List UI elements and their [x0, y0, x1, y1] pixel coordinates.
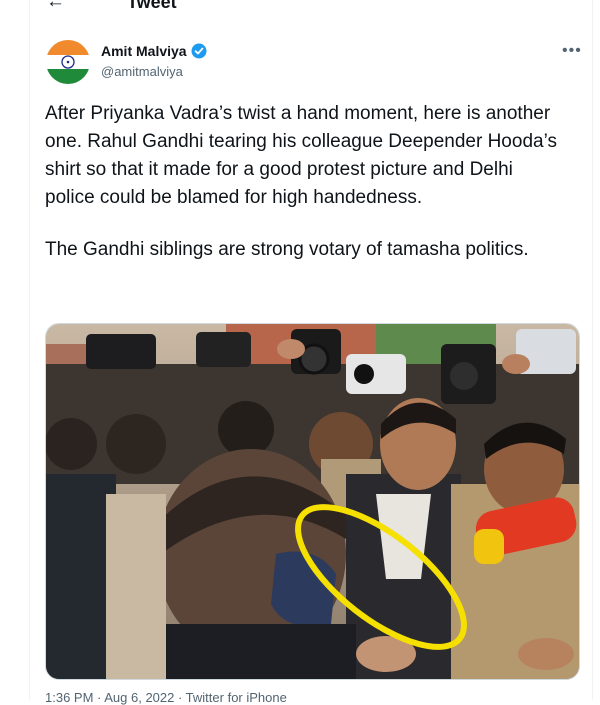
protest-photo-image — [46, 324, 579, 679]
more-options-icon[interactable]: ••• — [562, 42, 582, 60]
author-row: Amit Malviya — [101, 43, 207, 59]
author-handle[interactable]: @amitmalviya — [101, 64, 183, 79]
page-title: Tweet — [127, 0, 177, 12]
back-arrow-icon[interactable]: ← — [46, 0, 65, 12]
top-bar: ← Tweet — [30, 0, 592, 18]
tweet-timestamp: 1:36 PM · Aug 6, 2022 · Twitter for iPho… — [45, 690, 287, 705]
column-border-right — [592, 0, 593, 700]
tweet-paragraph-2: The Gandhi siblings are strong votary of… — [45, 239, 529, 260]
verified-badge-icon — [191, 43, 207, 59]
tweet-photo[interactable] — [45, 323, 580, 680]
avatar[interactable] — [46, 40, 90, 84]
tweet-paragraph-1: After Priyanka Vadra’s twist a hand mome… — [45, 103, 557, 208]
column-border-left — [29, 0, 30, 700]
author-name[interactable]: Amit Malviya — [101, 43, 187, 59]
india-flag-avatar-image — [46, 40, 90, 84]
tweet-text: After Priyanka Vadra’s twist a hand mome… — [45, 100, 565, 264]
